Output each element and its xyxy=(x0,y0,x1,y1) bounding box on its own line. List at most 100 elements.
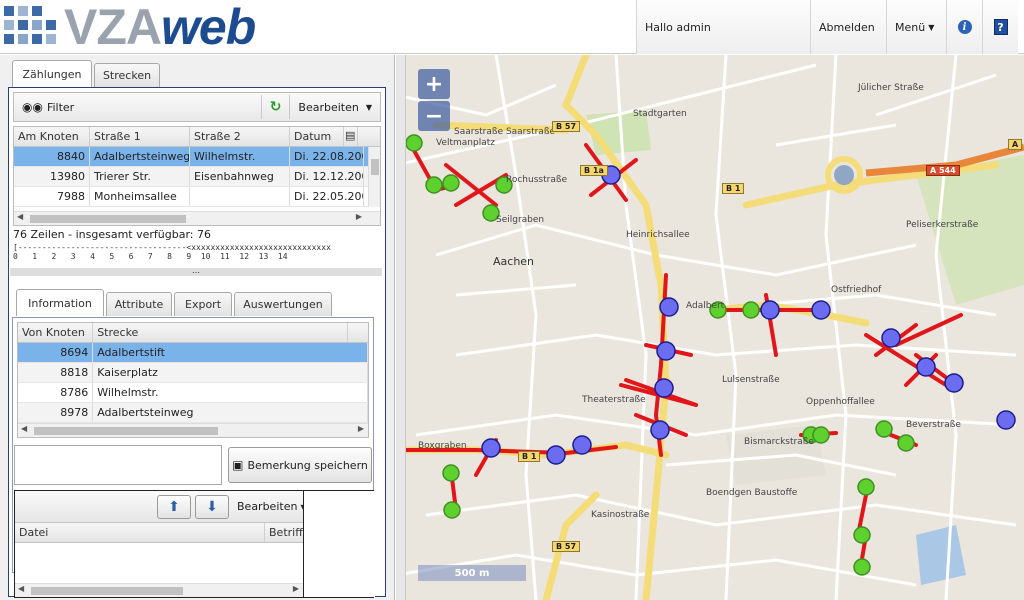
greeting: Hallo admin xyxy=(636,0,810,54)
scroll-left-icon[interactable]: ◀ xyxy=(17,212,23,221)
main-tabs: Zählungen Strecken xyxy=(12,60,160,87)
filter-button[interactable]: ◉◉ Filter xyxy=(14,93,261,121)
route-shield: A xyxy=(1008,139,1023,150)
menu-button[interactable]: Menü ▼ xyxy=(886,0,946,54)
edit-menu-button[interactable]: Bearbeiten ▼ xyxy=(290,93,380,121)
scroll-thumb[interactable] xyxy=(30,215,186,223)
logo-suffix: web xyxy=(161,0,256,55)
map-label: Kasinostraße xyxy=(591,510,650,520)
floppy-disk-icon: ▣ xyxy=(232,458,244,472)
table-row[interactable]: 8786 Wilhelmstr. xyxy=(18,383,368,403)
detail-tabs: Information Attribute Export Auswertunge… xyxy=(16,289,332,316)
files-panel: ⬆ ⬇ Bearbeiten▼ Datei Betrifft ◀ ▶ xyxy=(14,490,375,598)
scroll-left-icon[interactable]: ◀ xyxy=(21,424,27,433)
top-bar: Hallo admin Abmelden Menü ▼ i ? xyxy=(636,0,1018,54)
column-chooser[interactable] xyxy=(348,323,368,342)
save-remark-button[interactable]: ▣ Bemerkung speichern xyxy=(228,447,372,483)
table-row[interactable]: 8694 Adalbertstift xyxy=(18,343,368,363)
edit-label: Bearbeiten xyxy=(298,100,359,114)
caret-down-icon: ▼ xyxy=(928,22,935,32)
cell-strecke: Adalbertstift xyxy=(93,343,368,362)
cell-strecke: Wilhelmstr. xyxy=(93,383,368,402)
table-row[interactable]: 7988 Monheimsallee Di. 22.05.200 xyxy=(14,187,380,207)
refresh-button[interactable]: ↻ xyxy=(262,93,290,121)
column-datei[interactable]: Datei xyxy=(15,523,265,542)
filter-label: Filter xyxy=(46,100,75,114)
cell-strasse2: Wilhelmstr. xyxy=(190,147,290,166)
move-down-button[interactable]: ⬇ xyxy=(195,495,229,519)
column-menu-icon[interactable]: ▤ xyxy=(344,127,358,146)
cell-datum: Di. 22.08.200 xyxy=(290,147,364,166)
route-shield: B 57 xyxy=(552,121,581,132)
route-shield: B 57 xyxy=(552,541,581,552)
table-row[interactable]: 8818 Kaiserplatz xyxy=(18,363,368,383)
map-label: Stadtgarten xyxy=(633,109,687,119)
horizontal-scrollbar[interactable]: ◀ ▶ xyxy=(18,423,368,437)
scroll-thumb[interactable] xyxy=(371,159,379,175)
horizontal-scrollbar[interactable]: ◀ ▶ xyxy=(15,583,303,597)
cell-strasse2: Eisenbahnweg xyxy=(190,167,290,186)
logout-button[interactable]: Abmelden xyxy=(810,0,886,54)
tab-auswertungen[interactable]: Auswertungen xyxy=(234,292,332,316)
route-shield: B 1 xyxy=(518,451,541,462)
ruler-scale: 0 1 2 3 4 5 6 7 8 9 10 11 12 13 14 xyxy=(13,252,288,261)
cell-strasse1: Monheimsallee xyxy=(90,187,190,206)
scroll-right-icon[interactable]: ▶ xyxy=(356,212,362,221)
refresh-icon: ↻ xyxy=(269,99,282,115)
scroll-right-icon[interactable]: ▶ xyxy=(293,584,299,593)
tab-zaehlungen[interactable]: Zählungen xyxy=(12,60,92,87)
cell-strecke: Adalbertsteinweg xyxy=(93,403,368,422)
logo-grid-icon xyxy=(4,6,60,48)
column-chooser[interactable] xyxy=(358,127,378,146)
zoom-in-button[interactable]: + xyxy=(418,69,450,99)
column-am-knoten[interactable]: Am Knoten xyxy=(14,127,90,146)
grid-header: Am Knoten Straße 1 Straße 2 Datum ▤ xyxy=(14,127,380,147)
tab-strecken[interactable]: Strecken xyxy=(94,63,160,87)
arrow-down-icon: ⬇ xyxy=(206,499,218,515)
vertical-scrollbar[interactable] xyxy=(368,147,380,207)
binoculars-icon: ◉◉ xyxy=(22,100,43,114)
cell-datum: Di. 12.12.200 xyxy=(290,167,364,186)
panel-splitter[interactable]: … xyxy=(10,267,382,276)
tab-information[interactable]: Information xyxy=(16,289,104,316)
scroll-left-icon[interactable]: ◀ xyxy=(18,584,24,593)
map-label: Saarstraße Saarstraße xyxy=(454,127,556,137)
map-label: Lulsenstraße xyxy=(722,375,780,385)
files-edit-button[interactable]: Bearbeiten▼ xyxy=(237,500,307,513)
remark-textarea[interactable] xyxy=(14,445,222,485)
column-strasse-1[interactable]: Straße 1 xyxy=(90,127,190,146)
tab-export[interactable]: Export xyxy=(174,292,232,316)
tab-attribute[interactable]: Attribute xyxy=(106,292,172,316)
scroll-right-icon[interactable]: ▶ xyxy=(358,424,364,433)
info-button[interactable]: i xyxy=(946,0,982,54)
map-splitter[interactable] xyxy=(396,55,406,600)
cell-knoten: 8840 xyxy=(14,147,90,166)
column-von-knoten[interactable]: Von Knoten xyxy=(18,323,94,342)
column-betrifft[interactable]: Betrifft xyxy=(265,523,303,542)
column-strasse-2[interactable]: Straße 2 xyxy=(190,127,290,146)
table-row[interactable]: 8840 Adalbertsteinweg Wilhelmstr. Di. 22… xyxy=(14,147,380,167)
map-label: Ostfriedhof xyxy=(831,285,882,295)
column-strecke[interactable]: Strecke xyxy=(93,323,349,342)
map-label-city: Aachen xyxy=(493,255,535,268)
map-label: Oppenhoffallee xyxy=(806,397,875,407)
help-button[interactable]: ? xyxy=(982,0,1018,54)
scroll-thumb[interactable] xyxy=(31,587,183,595)
map-view[interactable]: Aachen Stadtgarten Ostfriedhof Boendgen … xyxy=(396,55,1024,600)
scroll-thumb[interactable] xyxy=(34,427,218,435)
cell-knoten: 8786 xyxy=(18,383,94,402)
cell-strasse1: Adalbertsteinweg xyxy=(90,147,190,166)
column-datum[interactable]: Datum xyxy=(290,127,344,146)
cell-knoten: 8978 xyxy=(18,403,94,422)
move-up-button[interactable]: ⬆ xyxy=(157,495,191,519)
file-preview xyxy=(303,491,375,597)
map-label: Adalbert xyxy=(686,301,725,311)
table-row[interactable]: 8978 Adalbertsteinweg xyxy=(18,403,368,423)
cell-knoten: 8818 xyxy=(18,363,94,382)
left-panel: Zählungen Strecken ◉◉ Filter ↻ Bearbeite… xyxy=(0,55,395,600)
zoom-out-button[interactable]: − xyxy=(418,101,450,131)
table-row[interactable]: 13980 Trierer Str. Eisenbahnweg Di. 12.1… xyxy=(14,167,380,187)
map-label: Peliserkerstraße xyxy=(906,220,979,230)
horizontal-scrollbar[interactable]: ◀ ▶ xyxy=(14,211,380,225)
grid-header: Datei Betrifft xyxy=(15,523,303,543)
